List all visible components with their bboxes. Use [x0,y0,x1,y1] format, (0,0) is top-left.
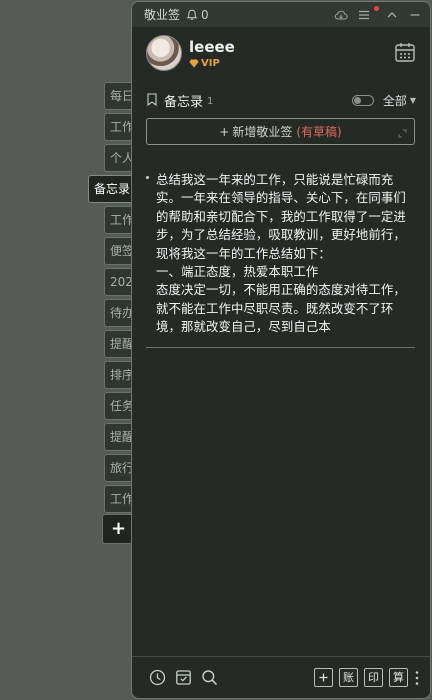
minimize-icon [410,13,420,16]
clock-icon [149,669,166,686]
add-note-quick-button[interactable] [314,668,333,687]
username: leeee [189,37,235,56]
bottom-toolbar: 账 印 算 [132,656,430,698]
caret-down-icon: ▼ [409,95,416,105]
bottom-left-group [149,669,218,686]
sync-button[interactable] [334,8,348,22]
ledger-button[interactable]: 账 [339,668,358,687]
main-panel: 敬业签 0 leeee VIP 备忘录 1 全部 ▼ + 新增敬业签 (有草稿)… [131,1,431,699]
cloud-sync-icon [334,10,348,20]
calendar-button[interactable] [394,41,416,67]
avatar[interactable] [146,35,182,71]
titlebar: 敬业签 0 [132,2,430,27]
app-title: 敬业签 [144,8,181,22]
add-note-label: 新增敬业签 [232,125,293,139]
search-button[interactable] [201,669,218,686]
checkbox-tray-icon [176,670,191,685]
menu-alert-dot [374,5,379,11]
add-note-button[interactable]: + 新增敬业签 (有草稿) [146,118,415,145]
calculator-button[interactable]: 算 [389,668,408,687]
menu-button[interactable] [357,5,379,22]
vip-label: VIP [201,57,220,69]
plus-icon [319,673,328,682]
filter-label: 全部 [382,93,407,108]
chevron-up-icon [387,11,397,17]
notification-count: 0 [201,7,209,22]
menu-icon [359,10,369,19]
reminder-button[interactable] [149,669,166,686]
view-toggle[interactable] [351,94,374,106]
print-button[interactable]: 印 [364,668,383,687]
window-controls [334,5,422,22]
minimize-button[interactable] [408,8,422,22]
collapse-button[interactable] [385,8,399,22]
expand-icon[interactable] [398,127,407,141]
memo-title: 备忘录 [164,94,204,110]
filter-dropdown[interactable]: 全部 ▼ [383,92,416,109]
memo-header: 备忘录 1 全部 ▼ [132,86,430,114]
profile-section: leeee VIP [132,27,430,79]
bookmark-icon [146,91,158,110]
completed-button[interactable] [175,669,192,686]
memo-count: 1 [207,96,214,107]
search-icon [202,670,218,686]
note-content: 总结我这一年来的工作，只能说是忙碌而充实。一年来在领导的指导、关心下，在同事们的… [156,172,406,335]
note-item[interactable]: 总结我这一年来的工作，只能说是忙碌而充实。一年来在领导的指导、关心下，在同事们的… [146,171,415,348]
bottom-right-group: 账 印 算 [314,668,420,687]
more-vertical-icon [415,670,419,685]
vip-badge: VIP [189,58,235,69]
more-button[interactable] [414,670,420,686]
diamond-icon [189,59,199,67]
calendar-icon [395,43,415,62]
notification-button[interactable]: 0 [186,8,209,22]
bullet-dot [146,176,149,179]
user-info: leeee VIP [189,38,235,69]
plus-icon: + [219,124,230,139]
draft-indicator: (有草稿) [296,125,342,139]
bell-icon [186,9,198,20]
side-tab-memo[interactable]: 备忘录 [88,175,136,203]
